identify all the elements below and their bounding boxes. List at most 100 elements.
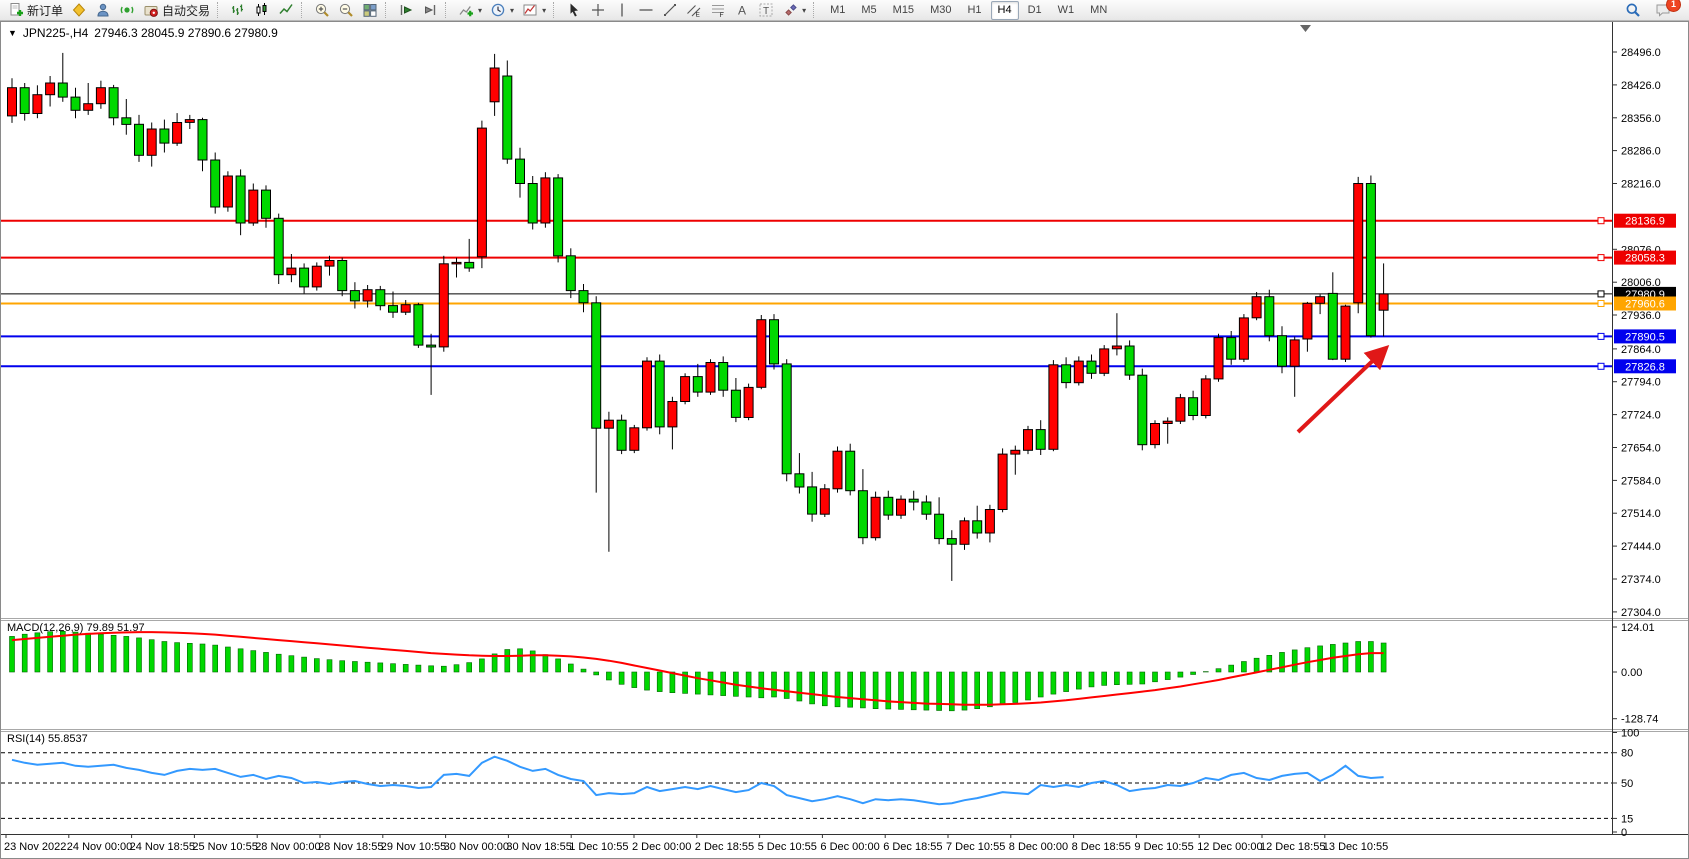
- svg-text:27864.0: 27864.0: [1621, 344, 1661, 356]
- toolbar-tile-windows-button[interactable]: [358, 0, 382, 20]
- svg-text:8 Dec 00:00: 8 Dec 00:00: [1009, 841, 1068, 853]
- timeframe-H4-button[interactable]: H4: [991, 1, 1019, 20]
- chart-shift-icon: [422, 2, 438, 18]
- svg-text:27514.0: 27514.0: [1621, 508, 1661, 520]
- toolbar-vertical-line-button[interactable]: [610, 0, 634, 20]
- timeframe-D1-button[interactable]: D1: [1021, 1, 1049, 20]
- toolbar-text-label-button[interactable]: T: [754, 0, 778, 20]
- timeframe-M5-button[interactable]: M5: [854, 1, 883, 20]
- svg-text:24 Nov 18:55: 24 Nov 18:55: [130, 841, 195, 853]
- timeframe-W1-button[interactable]: W1: [1051, 1, 1082, 20]
- toolbar-trendline-button[interactable]: [658, 0, 682, 20]
- chart-canvas[interactable]: 28496.028426.028356.028286.028216.028076…: [0, 21, 1689, 859]
- svg-text:30 Nov 18:55: 30 Nov 18:55: [506, 841, 571, 853]
- toolbar-profiles-button[interactable]: [91, 0, 115, 20]
- toolbar-zoom-out-button[interactable]: [334, 0, 358, 20]
- chart-menu-icon[interactable]: ▼: [8, 28, 17, 38]
- toolbar-periods-button[interactable]: ▾: [486, 0, 518, 20]
- toolbar-auto-scroll-button[interactable]: [394, 0, 418, 20]
- svg-text:2 Dec 18:55: 2 Dec 18:55: [695, 841, 754, 853]
- price-tag-27960.6: 27960.6: [1614, 297, 1676, 311]
- svg-text:6 Dec 00:00: 6 Dec 00:00: [820, 841, 879, 853]
- toolbar-zoom-in-button[interactable]: [310, 0, 334, 20]
- trendline-icon: [662, 2, 678, 18]
- zoom-out-icon: [338, 2, 354, 18]
- svg-text:28426.0: 28426.0: [1621, 80, 1661, 92]
- svg-text:F: F: [720, 12, 724, 18]
- svg-text:0: 0: [1621, 827, 1627, 839]
- svg-text:0.00: 0.00: [1621, 667, 1642, 679]
- svg-text:27444.0: 27444.0: [1621, 541, 1661, 553]
- svg-text:6 Dec 18:55: 6 Dec 18:55: [883, 841, 942, 853]
- text-label-icon: T: [758, 2, 774, 18]
- toolbar-metaeditor-button[interactable]: [67, 0, 91, 20]
- toolbar-auto-trading-button[interactable]: 自动交易: [139, 0, 214, 20]
- equidistant-channel-icon: E: [686, 2, 702, 18]
- toolbar-new-order-button[interactable]: 新订单: [4, 0, 67, 20]
- toolbar-line-chart-button[interactable]: [274, 0, 298, 20]
- svg-text:27794.0: 27794.0: [1621, 377, 1661, 389]
- chart-window: 28496.028426.028356.028286.028216.028076…: [0, 21, 1689, 859]
- toolbar-candlestick-chart-button[interactable]: [250, 0, 274, 20]
- svg-text:28286.0: 28286.0: [1621, 146, 1661, 158]
- toolbar-connection-button[interactable]: [115, 0, 139, 20]
- notifications-button[interactable]: 1: [1651, 0, 1675, 20]
- price-tag-28136.9: 28136.9: [1614, 214, 1676, 228]
- timeframe-M30-button[interactable]: M30: [923, 1, 958, 20]
- symbol-period-label: JPN225-,H4: [23, 26, 88, 40]
- toolbar-templates-button[interactable]: ▾: [518, 0, 550, 20]
- periods-icon: [490, 2, 506, 18]
- indicators-icon: [458, 2, 474, 18]
- tile-windows-icon: [362, 2, 378, 18]
- svg-text:7 Dec 10:55: 7 Dec 10:55: [946, 841, 1005, 853]
- price-tag-27890.5: 27890.5: [1614, 329, 1676, 343]
- toolbar-separator: [301, 2, 307, 18]
- toolbar-separator: [385, 2, 391, 18]
- price-tag-27826.8: 27826.8: [1614, 359, 1676, 373]
- toolbar-arrows-button[interactable]: ▾: [778, 0, 810, 20]
- candlestick-chart-icon: [254, 2, 270, 18]
- svg-text:28058.3: 28058.3: [1625, 253, 1665, 265]
- svg-text:28 Nov 18:55: 28 Nov 18:55: [318, 841, 383, 853]
- toolbar-right-group: 1: [1621, 0, 1685, 20]
- timeframe-M1-button[interactable]: M1: [823, 1, 852, 20]
- svg-text:28136.9: 28136.9: [1625, 216, 1665, 228]
- toolbar-crosshair-button[interactable]: [586, 0, 610, 20]
- svg-text:25 Nov 10:55: 25 Nov 10:55: [192, 841, 257, 853]
- chart-title: ▼ JPN225-,H4 27946.3 28045.9 27890.6 279…: [8, 26, 278, 40]
- svg-text:28496.0: 28496.0: [1621, 47, 1661, 59]
- toolbar-indicators-button[interactable]: ▾: [454, 0, 486, 20]
- horizontal-line-icon: [638, 2, 654, 18]
- svg-text:27374.0: 27374.0: [1621, 574, 1661, 586]
- auto-scroll-icon: [398, 2, 414, 18]
- ohlc-values: 27946.3 28045.9 27890.6 27980.9: [94, 26, 278, 40]
- dropdown-caret-icon[interactable]: ▾: [510, 6, 514, 15]
- toolbar-fibonacci-button[interactable]: F: [706, 0, 730, 20]
- svg-text:27584.0: 27584.0: [1621, 475, 1661, 487]
- bar-chart-icon: [230, 2, 246, 18]
- svg-text:T: T: [763, 6, 769, 17]
- macd-label: MACD(12,26,9) 79.89 51.97: [7, 622, 145, 634]
- toolbar-cursor-button[interactable]: [562, 0, 586, 20]
- toolbar-text-button[interactable]: A: [730, 0, 754, 20]
- timeframe-MN-button[interactable]: MN: [1083, 1, 1114, 20]
- dropdown-caret-icon[interactable]: ▾: [802, 6, 806, 15]
- svg-text:27826.8: 27826.8: [1625, 361, 1665, 373]
- search-button[interactable]: [1621, 0, 1645, 20]
- toolbar-separator: [445, 2, 451, 18]
- timeframe-H1-button[interactable]: H1: [960, 1, 988, 20]
- toolbar-chart-shift-button[interactable]: [418, 0, 442, 20]
- main-toolbar: 新订单 自动交易 ▾ ▾ ▾ E FAT ▾ M1M5M15M30H1H4D1W1MN 1: [0, 0, 1689, 21]
- toolbar-equidistant-channel-button[interactable]: E: [682, 0, 706, 20]
- timeframe-M15-button[interactable]: M15: [886, 1, 921, 20]
- svg-text:2 Dec 00:00: 2 Dec 00:00: [632, 841, 691, 853]
- dropdown-caret-icon[interactable]: ▾: [478, 6, 482, 15]
- svg-text:13 Dec 10:55: 13 Dec 10:55: [1323, 841, 1388, 853]
- svg-text:50: 50: [1621, 778, 1633, 790]
- svg-text:23 Nov 2022: 23 Nov 2022: [4, 841, 66, 853]
- dropdown-caret-icon[interactable]: ▾: [542, 6, 546, 15]
- toolbar-bar-chart-button[interactable]: [226, 0, 250, 20]
- toolbar-horizontal-line-button[interactable]: [634, 0, 658, 20]
- profiles-icon: [95, 2, 111, 18]
- fibonacci-icon: F: [710, 2, 726, 18]
